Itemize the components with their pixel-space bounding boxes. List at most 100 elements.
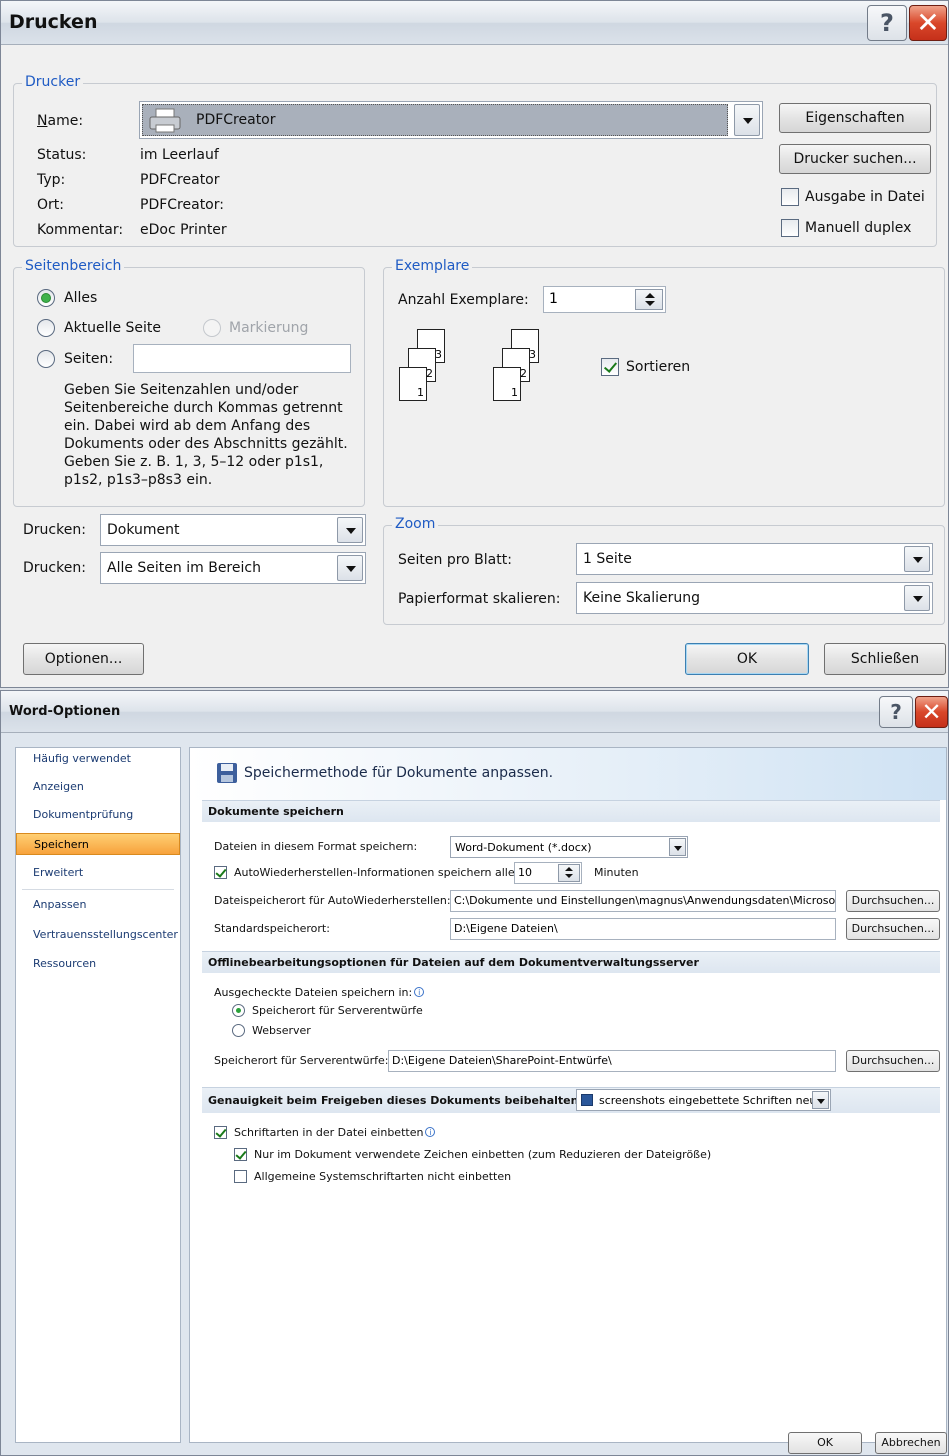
range-all-radio[interactable] — [37, 289, 55, 307]
floppy-disk-icon — [216, 762, 238, 788]
default-path-input[interactable]: D:\Eigene Dateien\ — [450, 918, 836, 940]
close-icon[interactable]: ✕ — [909, 5, 947, 41]
autorecover-minutes-value: 10 — [518, 866, 532, 879]
pages-input[interactable] — [133, 344, 351, 373]
save-section-title: Dokumente speichern — [202, 800, 940, 822]
chevron-down-icon[interactable] — [904, 585, 930, 611]
no-system-fonts-label: Allgemeine Systemschriftarten nicht einb… — [254, 1170, 512, 1183]
range-selection-label: Markierung — [229, 320, 309, 336]
sidebar-item-display[interactable]: Anzeigen — [16, 776, 180, 798]
print-to-file-label: Ausgabe in Datei — [805, 189, 925, 205]
sidebar-item-customize[interactable]: Anpassen — [16, 894, 180, 916]
scale-combo[interactable]: Keine Skalierung — [576, 582, 933, 614]
copies-spinner[interactable] — [635, 289, 663, 310]
ok-button[interactable]: OK — [685, 643, 809, 675]
close-icon[interactable]: ✕ — [915, 696, 948, 728]
help-button[interactable]: ? — [867, 5, 907, 41]
autorecover-minutes-input[interactable]: 10 — [514, 862, 582, 884]
printer-icon — [148, 108, 184, 134]
webserver-radio[interactable] — [232, 1024, 245, 1037]
copies-count-label: Anzahl Exemplare: — [398, 292, 529, 308]
properties-button[interactable]: Eigenschaften — [779, 103, 931, 133]
scale-value: Keine Skalierung — [583, 590, 701, 606]
print-pages-combo[interactable]: Alle Seiten im Bereich — [100, 552, 366, 584]
format-combo[interactable]: Word-Dokument (*.docx) — [450, 836, 688, 858]
print-dialog-title: Drucken — [9, 11, 98, 33]
range-current-page-radio[interactable] — [37, 319, 55, 337]
sidebar-item-popular[interactable]: Häufig verwendet — [16, 748, 180, 770]
cancel-button[interactable]: Abbrechen — [875, 1432, 947, 1454]
no-system-fonts-checkbox[interactable] — [234, 1170, 247, 1183]
chevron-down-icon[interactable] — [812, 1091, 829, 1109]
manual-duplex-checkbox[interactable] — [781, 219, 799, 237]
content-header-title: Speichermethode für Dokumente anpassen. — [244, 765, 554, 781]
close-button[interactable]: Schließen — [824, 643, 946, 675]
chevron-down-icon[interactable] — [904, 546, 930, 572]
help-button[interactable]: ? — [879, 696, 913, 728]
status-label: Status: — [37, 147, 87, 163]
fidelity-section-title: Genauigkeit beim Freigeben dieses Dokume… — [208, 1094, 583, 1107]
range-pages-radio[interactable] — [37, 350, 55, 368]
copies-count-input[interactable]: 1 — [543, 286, 666, 313]
word-options-dialog: Word-Optionen ? ✕ Häufig verwendet Anzei… — [0, 690, 949, 1456]
format-label: Dateien in diesem Format speichern: — [214, 840, 418, 853]
printer-name-combo[interactable]: PDFCreator — [139, 101, 763, 139]
autorecover-label: AutoWiederherstellen-Informationen speic… — [234, 866, 515, 879]
browse-default-button[interactable]: Durchsuchen... — [846, 918, 940, 940]
spinner-down-icon[interactable] — [565, 874, 573, 878]
fidelity-document-combo[interactable]: screenshots eingebettete Schriften neu — [576, 1089, 831, 1111]
pages-per-sheet-label: Seiten pro Blatt: — [398, 552, 512, 568]
chevron-down-icon[interactable] — [337, 555, 363, 581]
chevron-down-icon[interactable] — [337, 517, 363, 543]
pages-per-sheet-value: 1 Seite — [583, 551, 632, 567]
collate-checkbox[interactable] — [601, 358, 619, 376]
fidelity-document-value: screenshots eingebettete Schriften neu — [599, 1094, 817, 1107]
word-document-icon — [581, 1094, 593, 1106]
browse-drafts-button[interactable]: Durchsuchen... — [846, 1050, 940, 1072]
minutes-label: Minuten — [594, 866, 639, 879]
embed-fonts-label: Schriftarten in der Datei einbetten i — [234, 1126, 436, 1139]
autorecover-checkbox[interactable] — [214, 866, 227, 879]
printer-name-label: Name: — [37, 113, 84, 129]
sidebar-item-trust-center[interactable]: Vertrauensstellungscenter — [16, 924, 180, 946]
print-what-combo[interactable]: Dokument — [100, 514, 366, 546]
only-used-chars-checkbox[interactable] — [234, 1148, 247, 1161]
format-value: Word-Dokument (*.docx) — [455, 841, 592, 854]
autorecover-path-label: Dateispeicherort für AutoWiederherstelle… — [214, 894, 451, 907]
chevron-down-icon[interactable] — [669, 838, 686, 856]
sidebar-item-advanced[interactable]: Erweitert — [16, 862, 180, 884]
drafts-path-input[interactable]: D:\Eigene Dateien\SharePoint-Entwürfe\ — [388, 1050, 836, 1072]
copies-count-value: 1 — [549, 291, 558, 307]
chevron-down-icon[interactable] — [734, 104, 760, 136]
browse-autorecover-button[interactable]: Durchsuchen... — [846, 890, 940, 912]
page-icon-1b: 1 — [493, 367, 521, 401]
collate-label: Sortieren — [626, 359, 691, 375]
find-printer-button[interactable]: Drucker suchen... — [779, 144, 931, 174]
ok-button[interactable]: OK — [788, 1432, 862, 1454]
sidebar-item-resources[interactable]: Ressourcen — [16, 953, 180, 975]
word-options-title: Word-Optionen — [9, 704, 121, 719]
default-path-label: Standardspeicherort: — [214, 922, 330, 935]
sidebar-divider — [22, 889, 174, 890]
only-used-chars-label: Nur im Dokument verwendete Zeichen einbe… — [254, 1148, 712, 1161]
pages-per-sheet-combo[interactable]: 1 Seite — [576, 543, 933, 575]
comment-value: eDoc Printer — [140, 222, 227, 238]
range-pages-label: Seiten: — [64, 351, 114, 367]
embed-fonts-checkbox[interactable] — [214, 1126, 227, 1139]
comment-label: Kommentar: — [37, 222, 124, 238]
page-range-legend: Seitenbereich — [22, 258, 125, 274]
server-drafts-label: Speicherort für Serverentwürfe — [252, 1004, 423, 1017]
spinner-up-icon[interactable] — [565, 867, 573, 871]
minutes-spinner[interactable] — [558, 864, 580, 882]
sidebar-item-save[interactable]: Speichern — [16, 833, 180, 855]
status-value: im Leerlauf — [140, 147, 219, 163]
print-to-file-checkbox[interactable] — [781, 188, 799, 206]
server-drafts-radio[interactable] — [232, 1004, 245, 1017]
sidebar-item-proofing[interactable]: Dokumentprüfung — [16, 804, 180, 826]
range-all-label: Alles — [64, 290, 98, 306]
autorecover-path-input[interactable]: C:\Dokumente und Einstellungen\magnus\An… — [450, 890, 836, 912]
spinner-up-icon[interactable] — [645, 293, 655, 298]
options-button[interactable]: Optionen... — [23, 643, 144, 675]
word-options-titlebar: Word-Optionen ? ✕ — [1, 691, 948, 733]
spinner-down-icon[interactable] — [645, 301, 655, 306]
